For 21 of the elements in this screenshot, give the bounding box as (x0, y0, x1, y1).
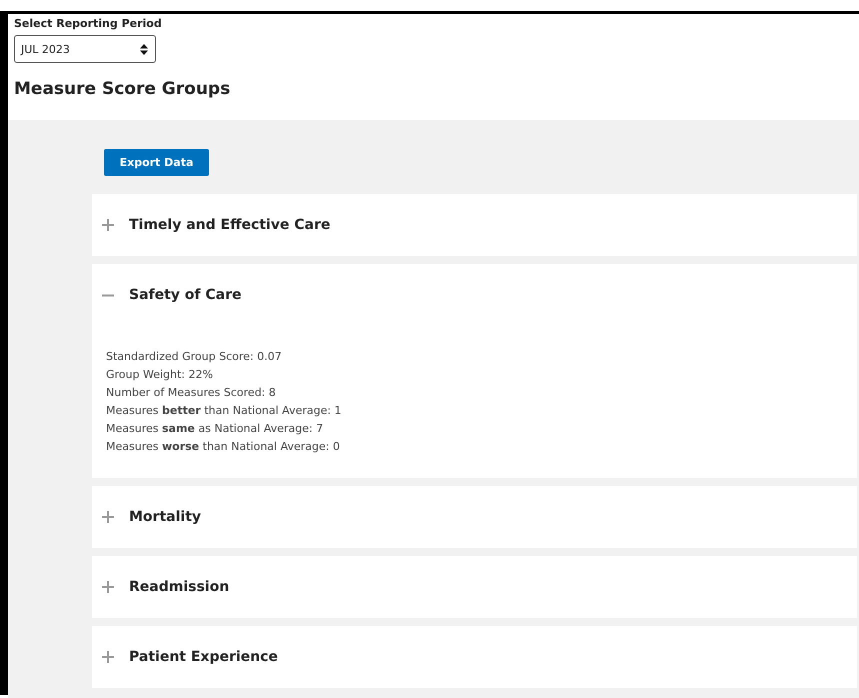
detail-line: Group Weight: 22% (106, 367, 214, 383)
group-title[interactable]: Mortality (129, 509, 202, 525)
section-heading: Measure Score Groups (14, 79, 232, 99)
detail-line: Measures better than National Average: 1 (106, 403, 342, 419)
plus-icon[interactable] (102, 651, 114, 663)
group-title[interactable]: Patient Experience (129, 649, 278, 665)
group-title[interactable]: Safety of Care (129, 287, 242, 303)
detail-line: Standardized Group Score: 0.07 (106, 349, 283, 365)
sort-arrows-icon (140, 44, 148, 54)
detail-line: Measures same as National Average: 7 (106, 421, 324, 437)
minus-icon[interactable] (102, 294, 114, 296)
period-label: Select Reporting Period (14, 17, 163, 30)
detail-line: Measures worse than National Average: 0 (106, 439, 341, 455)
plus-icon[interactable] (102, 581, 114, 593)
plus-icon[interactable] (102, 219, 114, 231)
period-select[interactable]: JUL 2023 (14, 35, 156, 63)
detail-line: Number of Measures Scored: 8 (106, 385, 277, 401)
group-title[interactable]: Readmission (129, 579, 230, 595)
group-title[interactable]: Timely and Effective Care (129, 217, 330, 233)
plus-icon[interactable] (102, 511, 114, 523)
export-data-button[interactable]: Export Data (104, 149, 209, 176)
